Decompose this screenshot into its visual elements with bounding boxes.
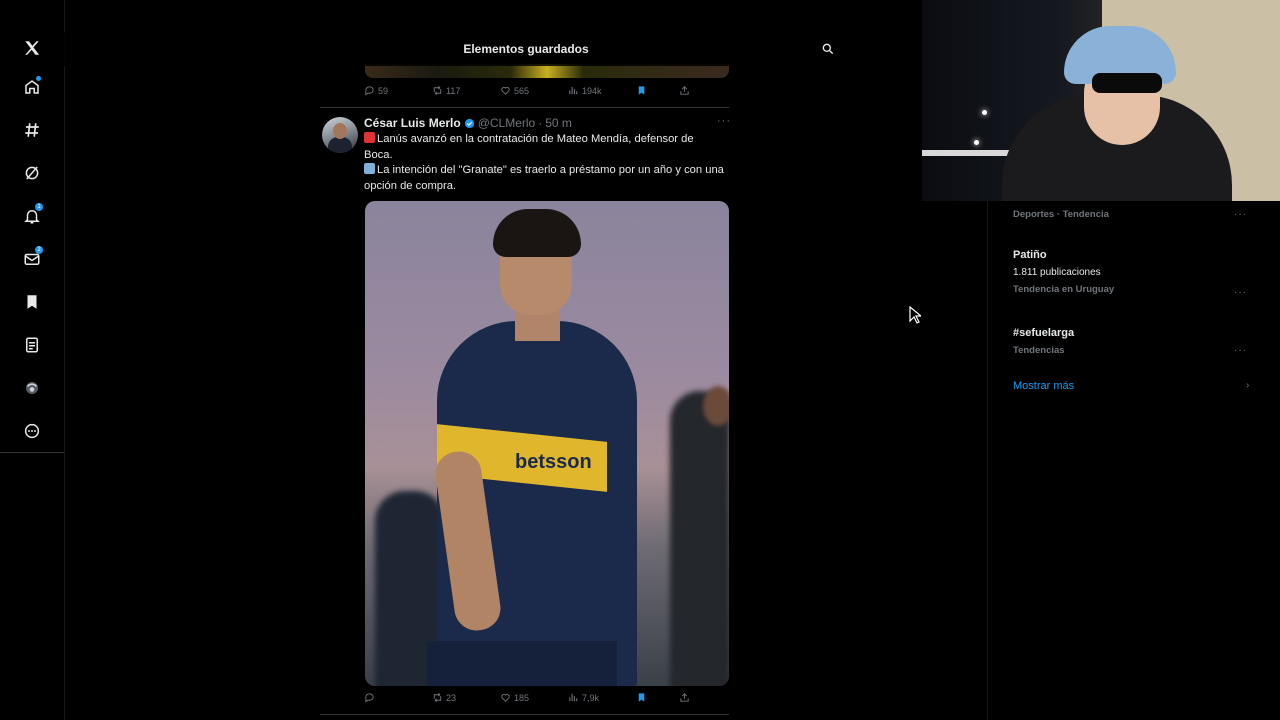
tweet-text-line-1: Lanús avanzó en la contratación de Mateo… <box>364 133 694 161</box>
tweet-text-line-2: La intención del "Granate" es traerlo a … <box>364 164 724 192</box>
reply-button[interactable]: 59 <box>364 85 388 96</box>
heart-icon <box>501 694 510 702</box>
views-icon <box>569 693 578 702</box>
shirt-sponsor-text: betsson <box>515 451 592 473</box>
notifications-icon[interactable]: 1 <box>16 200 48 232</box>
author-name[interactable]: César Luis Merlo <box>364 116 461 130</box>
like-button[interactable]: 565 <box>500 85 529 96</box>
bookmark-button[interactable] <box>636 85 647 96</box>
reply-button[interactable] <box>364 692 378 703</box>
like-count: 565 <box>514 85 530 96</box>
repost-button[interactable]: 23 <box>432 692 456 703</box>
bookmark-filled-icon <box>638 693 645 702</box>
profile-avatar-icon[interactable] <box>16 372 48 404</box>
search-icon[interactable] <box>821 42 835 56</box>
trend-post-count: 1.811 publicaciones <box>1013 267 1101 278</box>
views-count: 7,9k <box>582 692 600 703</box>
right-column-divider <box>987 200 988 720</box>
repost-button[interactable]: 117 <box>432 85 460 96</box>
player-hair <box>493 209 581 257</box>
verified-badge-icon <box>464 118 474 128</box>
like-count: 185 <box>514 692 530 703</box>
share-icon <box>680 693 689 702</box>
info-emoji-icon <box>364 163 375 174</box>
separator-dot: · <box>538 116 543 130</box>
reply-icon <box>365 693 374 703</box>
trend-more-icon[interactable]: ··· <box>1234 287 1247 298</box>
tweet-more-icon[interactable]: ··· <box>717 115 731 127</box>
siren-emoji-icon <box>364 132 375 143</box>
previous-tweet-actions: 59 117 565 194k <box>364 85 728 99</box>
webcam-street-light <box>982 110 987 115</box>
mouse-cursor-icon <box>909 306 921 324</box>
webcam-person-sunglasses <box>1092 73 1162 93</box>
messages-icon[interactable]: 2 <box>16 243 48 275</box>
repost-count: 23 <box>446 692 457 703</box>
author-handle[interactable]: @CLMerlo <box>478 116 536 130</box>
background-person-head <box>703 386 729 426</box>
trend-meta: Tendencia en Uruguay <box>1013 284 1115 295</box>
page-title: Elementos guardados <box>463 42 589 56</box>
trend-item[interactable]: Deportes · Tendencia ··· <box>1013 209 1253 220</box>
bookmarks-icon[interactable] <box>16 286 48 318</box>
bookmark-filled-icon <box>638 86 645 95</box>
sidebar-divider <box>0 452 64 453</box>
views-count: 194k <box>582 85 602 96</box>
home-icon[interactable] <box>16 71 48 103</box>
x-logo-icon[interactable] <box>16 32 48 64</box>
tweet-author: César Luis Merlo @CLMerlo · 50 m <box>364 116 572 130</box>
share-icon <box>680 86 689 95</box>
repost-count: 117 <box>446 85 461 96</box>
webcam-overlay <box>922 0 1280 201</box>
share-button[interactable] <box>679 85 690 96</box>
repost-icon <box>433 693 442 702</box>
trend-meta: Tendencias <box>1013 345 1065 356</box>
home-dot-badge <box>36 76 41 81</box>
more-icon[interactable] <box>16 415 48 447</box>
views-button[interactable]: 7,9k <box>568 692 599 703</box>
tweet-separator <box>320 107 729 108</box>
trend-more-icon[interactable]: ··· <box>1234 209 1247 220</box>
tweet-separator <box>320 714 729 715</box>
trend-more-icon[interactable]: ··· <box>1234 345 1247 356</box>
trend-meta: Deportes · Tendencia <box>1013 209 1109 220</box>
lists-icon[interactable] <box>16 329 48 361</box>
heart-icon <box>501 87 510 95</box>
bookmark-button[interactable] <box>636 692 647 703</box>
author-avatar[interactable] <box>322 117 358 153</box>
reply-icon <box>365 86 374 96</box>
trend-title: #sefuelarga <box>1013 327 1075 339</box>
tweet-timestamp[interactable]: 50 m <box>545 116 572 130</box>
chevron-right-icon: › <box>1246 380 1250 391</box>
background-person <box>670 391 729 686</box>
tweet-photo[interactable]: betsson <box>365 201 729 686</box>
like-button[interactable]: 185 <box>500 692 529 703</box>
previous-tweet-media[interactable] <box>365 64 729 78</box>
player-shorts <box>427 641 617 686</box>
bookmarks-header: Elementos guardados <box>64 32 921 66</box>
share-button[interactable] <box>679 692 690 703</box>
repost-icon <box>433 86 442 95</box>
views-icon <box>569 86 578 95</box>
left-sidebar: 1 2 <box>0 0 65 720</box>
grok-icon[interactable] <box>16 157 48 189</box>
views-button[interactable]: 194k <box>568 85 602 96</box>
tweet-actions: 23 185 7,9k <box>364 692 728 706</box>
trend-item[interactable]: Patiño 1.811 publicaciones Tendencia en … <box>1013 249 1253 298</box>
show-more-link[interactable]: Mostrar más <box>1013 380 1074 392</box>
tweet-text: Lanús avanzó en la contratación de Mateo… <box>364 132 724 194</box>
explore-icon[interactable] <box>16 114 48 146</box>
webcam-street-light <box>974 140 979 145</box>
trend-item[interactable]: #sefuelarga Tendencias ··· <box>1013 327 1253 356</box>
notifications-badge: 1 <box>35 203 43 211</box>
reply-count: 59 <box>378 85 389 96</box>
trend-title: Patiño <box>1013 249 1047 261</box>
messages-badge: 2 <box>35 246 43 254</box>
